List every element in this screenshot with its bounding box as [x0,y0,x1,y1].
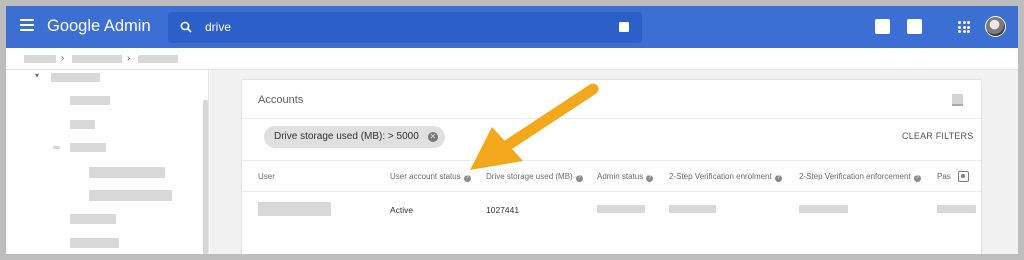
password-cell [937,205,976,213]
2sv-enrolment-cell [669,205,716,213]
sidebar-item[interactable] [70,120,95,129]
top-bar: Google Admin drive [6,6,1018,48]
filter-chip-label: Drive storage used (MB): > 5000 [274,131,419,142]
app-title[interactable]: Google Admin [47,17,151,36]
column-header-status[interactable]: User account status? [390,172,471,182]
2sv-enforcement-cell [799,205,848,213]
help-icon[interactable]: ? [774,175,782,182]
clear-filters-button[interactable]: CLEAR FILTERS [902,131,973,141]
main-content: Accounts Drive storage used (MB): > 5000… [210,70,1018,254]
window-frame: Google Admin drive › › ▾ Accounts Drive … [6,6,1018,254]
download-icon[interactable] [952,94,963,106]
search-clear-button[interactable] [619,22,629,32]
search-bar[interactable]: drive [168,12,642,43]
filter-chip[interactable]: Drive storage used (MB): > 5000 ✕ [264,126,445,148]
help-icon[interactable]: ? [913,175,921,182]
column-header-2sv-enforcement[interactable]: 2-Step Verification enforcement? [799,172,921,182]
breadcrumb-item[interactable] [72,55,122,63]
chevron-right-icon: › [127,53,131,64]
breadcrumb: › › [6,48,1018,70]
accounts-card: Accounts Drive storage used (MB): > 5000… [242,80,981,254]
help-icon[interactable]: ? [463,175,471,182]
collapse-icon[interactable] [53,146,60,149]
chevron-right-icon: › [61,53,65,64]
card-title: Accounts [258,94,304,106]
sidebar-scrollbar[interactable] [203,100,208,254]
help-icon[interactable]: ? [646,175,654,182]
toolbar-button[interactable] [875,19,890,34]
sidebar-item[interactable] [51,73,100,82]
drive-storage-cell: 1027441 [486,205,520,215]
column-header-drive-storage[interactable]: Drive storage used (MB)? [486,172,583,182]
column-settings-icon[interactable] [958,171,969,182]
chevron-down-icon[interactable]: ▾ [35,71,39,80]
divider [242,118,981,119]
help-icon[interactable]: ? [575,175,583,182]
sidebar-item[interactable] [70,214,116,224]
sidebar-item[interactable] [70,238,119,248]
column-header-password[interactable]: Pas [937,172,951,181]
column-header-2sv-enrolment[interactable]: 2-Step Verification enrolment? [669,172,782,182]
sidebar-item[interactable] [89,167,165,178]
close-icon[interactable]: ✕ [427,132,438,142]
sidebar-item[interactable] [70,96,110,105]
sidebar-item[interactable] [70,143,106,152]
search-icon [180,21,192,33]
toolbar-button[interactable] [907,19,922,34]
admin-status-cell [597,205,645,213]
menu-icon[interactable] [20,19,34,33]
sidebar: ▾ [6,70,209,254]
avatar[interactable] [985,16,1006,37]
search-input[interactable]: drive [205,20,231,34]
breadcrumb-item[interactable] [24,55,56,63]
table-header: User User account status? Drive storage … [242,160,981,192]
status-cell: Active [390,205,414,215]
breadcrumb-item[interactable] [138,55,178,63]
column-header-admin-status[interactable]: Admin status? [597,172,654,182]
user-name[interactable] [258,202,331,216]
sidebar-item[interactable] [89,190,172,201]
column-header-user[interactable]: User [258,172,275,181]
apps-icon[interactable] [958,21,970,33]
